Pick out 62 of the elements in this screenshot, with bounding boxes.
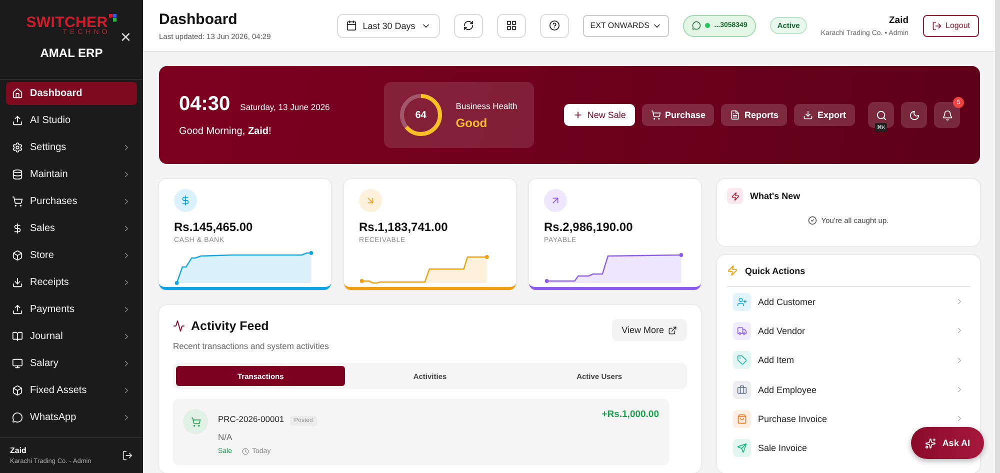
- sidebar-item-label: Maintain: [30, 169, 69, 180]
- sidebar-item-label: AI Studio: [30, 115, 72, 126]
- sidebar-item[interactable]: WhatsApp: [6, 406, 137, 429]
- action-button[interactable]: New Sale: [564, 104, 635, 126]
- health-rating: Good: [456, 116, 488, 130]
- action-button[interactable]: Reports: [721, 104, 788, 126]
- sidebar-item-label: WhatsApp: [30, 412, 78, 423]
- quick-action-item[interactable]: Add Item: [733, 351, 794, 370]
- sidebar-item[interactable]: Payments: [6, 298, 137, 321]
- section-title: What's New: [750, 191, 800, 201]
- transaction-amount: +Rs.1,000.00: [602, 409, 659, 422]
- stat-amount: Rs.1,183,741.00: [359, 220, 449, 234]
- sidebar-item-label: Fixed Assets: [30, 385, 88, 396]
- health-label: Business Health: [456, 100, 518, 110]
- section-title: Quick Actions: [745, 266, 806, 276]
- sidebar-item-label: Receipts: [30, 277, 70, 288]
- quick-action-item[interactable]: Add Vendor: [733, 322, 806, 340]
- sidebar-item-label: Purchases: [30, 196, 78, 207]
- sidebar-item[interactable]: Journal: [6, 325, 137, 348]
- stat-amount: Rs.145,465.00: [174, 220, 254, 234]
- quick-action-item[interactable]: Sale Invoice: [733, 439, 808, 458]
- app-name: AMAL ERP: [40, 46, 103, 60]
- sidebar-item[interactable]: Sales: [6, 217, 137, 240]
- sidebar-item-label: Salary: [30, 358, 60, 369]
- sidebar-item[interactable]: Settings: [6, 136, 137, 159]
- health-score: 64: [415, 110, 426, 120]
- sidebar-item[interactable]: Store: [6, 244, 137, 267]
- greeting: Good Morning, Zaid!: [179, 126, 272, 137]
- transaction-reference: PRC-2026-00001: [218, 414, 284, 424]
- page-title: Dashboard: [159, 10, 238, 28]
- company-select[interactable]: EXT ONWARDS: [583, 14, 670, 36]
- quick-action-item[interactable]: Add Employee: [733, 380, 817, 399]
- section-title: Activity Feed: [191, 319, 269, 333]
- clock-time: 04:30: [179, 93, 230, 115]
- ask-ai-floating-button[interactable]: Ask AI: [911, 427, 984, 459]
- sidebar-item-label: Store: [30, 250, 55, 261]
- action-button[interactable]: Export: [794, 104, 855, 126]
- transaction-party: N/A: [218, 432, 234, 442]
- sidebar-item-label: Payments: [30, 304, 76, 315]
- section-subtitle: Recent transactions and system activities: [173, 341, 329, 351]
- sidebar-item[interactable]: Receipts: [6, 271, 137, 294]
- action-button[interactable]: Purchase: [642, 104, 714, 126]
- sidebar-item[interactable]: AI Studio: [6, 109, 137, 132]
- header-user-name: Zaid: [889, 14, 909, 26]
- stat-amount: Rs.2,986,190.00: [544, 220, 634, 234]
- sidebar-item[interactable]: Salary: [6, 352, 137, 375]
- view-more-button[interactable]: View More: [612, 319, 687, 341]
- sidebar-item[interactable]: Dashboard: [6, 82, 137, 105]
- sidebar-item[interactable]: Maintain: [6, 163, 137, 186]
- quick-action-item[interactable]: Purchase Invoice: [733, 410, 828, 428]
- date-range-button[interactable]: Last 30 Days: [336, 14, 440, 38]
- sidebar-item-label: Sales: [30, 223, 56, 234]
- sidebar-item-label: Settings: [30, 142, 68, 153]
- close-button[interactable]: ×: [120, 28, 131, 46]
- sidebar-item[interactable]: Purchases: [6, 190, 137, 213]
- quick-action-item[interactable]: Add Customer: [733, 292, 816, 311]
- sidebar-item-label: Dashboard: [30, 88, 84, 99]
- user-name: Zaid: [10, 446, 28, 455]
- banner-date: Saturday, 13 June 2026: [240, 102, 330, 112]
- sidebar-item[interactable]: Fixed Assets: [6, 379, 137, 402]
- sidebar-item-label: Journal: [30, 331, 64, 342]
- logout-button[interactable]: Logout: [922, 14, 979, 36]
